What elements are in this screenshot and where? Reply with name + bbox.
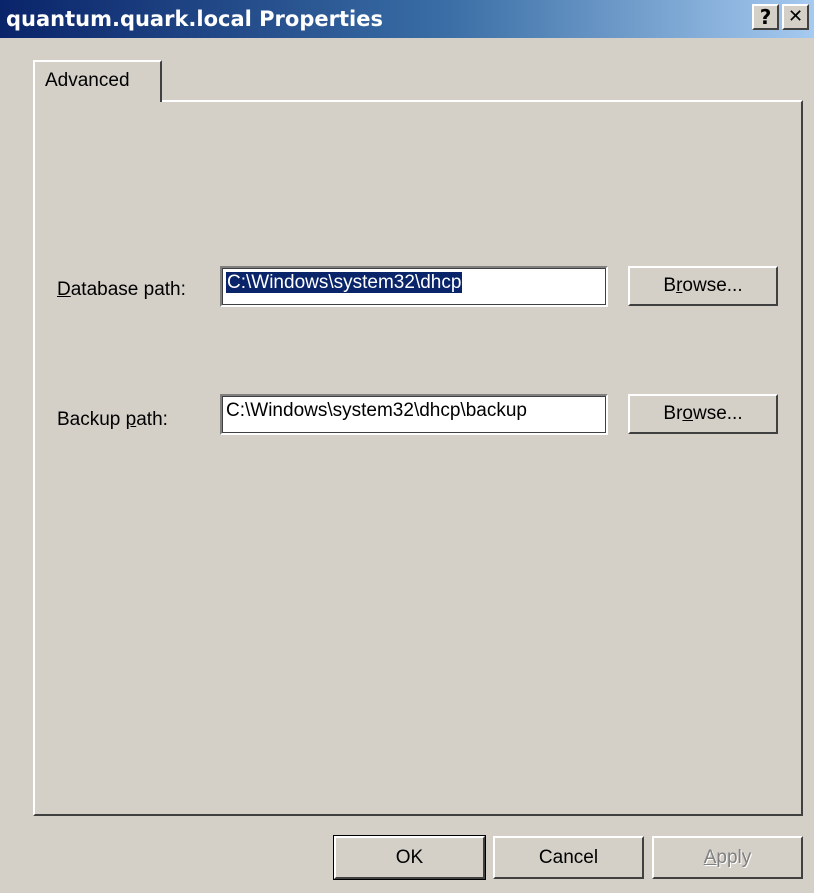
close-icon[interactable]: ✕ (782, 4, 809, 30)
apply-button[interactable]: Apply (652, 836, 803, 879)
database-path-selected-text: C:\Windows\system32\dhcp (226, 272, 463, 293)
cancel-button[interactable]: Cancel (493, 836, 644, 879)
database-browse-button[interactable]: Browse... (628, 266, 778, 306)
help-button[interactable]: ? (752, 4, 779, 30)
backup-browse-button[interactable]: Browse... (628, 394, 778, 434)
backup-path-label: Backup path: (57, 409, 168, 430)
ok-button[interactable]: OK (333, 835, 486, 880)
tab-advanced[interactable]: Advanced (33, 60, 162, 102)
tab-panel-advanced: Database path: C:\Windows\system32\dhcp … (33, 100, 803, 816)
window-title: quantum.quark.local Properties (6, 7, 383, 31)
tab-advanced-label: Advanced (45, 70, 130, 91)
database-path-label: Database path: (57, 279, 186, 300)
backup-path-input[interactable]: C:\Windows\system32\dhcp\backup (220, 394, 608, 435)
database-path-input[interactable]: C:\Windows\system32\dhcp (220, 266, 608, 307)
title-bar[interactable]: quantum.quark.local Properties ? ✕ (0, 0, 814, 38)
